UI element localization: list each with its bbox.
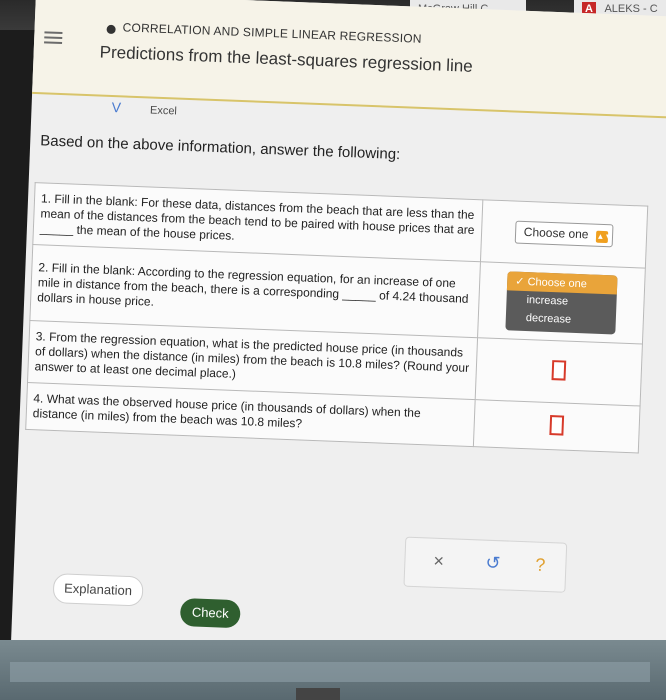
answer-input[interactable] — [551, 360, 567, 381]
keyboard-strip — [10, 662, 650, 682]
menu-icon[interactable] — [44, 28, 63, 47]
help-icon[interactable]: ? — [535, 555, 546, 576]
dropdown-option-decrease[interactable]: decrease — [506, 308, 617, 330]
device-sticker — [296, 688, 340, 700]
close-icon[interactable]: × — [433, 551, 444, 572]
explanation-button[interactable]: Explanation — [52, 573, 144, 607]
excel-toggle[interactable]: V Excel — [111, 99, 177, 119]
topic-dot-icon — [106, 24, 116, 35]
instructions: Based on the above information, answer t… — [39, 132, 401, 164]
answer-cell: Choose one ▲▼ — [480, 199, 648, 269]
excel-label: Excel — [149, 104, 178, 118]
answer-input[interactable] — [549, 414, 565, 436]
questions-table: 1. Fill in the blank: For these data, di… — [25, 182, 649, 454]
chevron-down-icon: V — [111, 98, 122, 116]
page-title: Predictions from the least-squares regre… — [99, 42, 474, 76]
undo-icon[interactable]: ↺ — [485, 553, 501, 575]
answer-cell: ✓ Choose one increase decrease — [477, 261, 646, 345]
choose-one-select[interactable]: Choose one ▲▼ — [514, 220, 614, 248]
answer-cell — [475, 337, 643, 406]
aleks-page: CORRELATION AND SIMPLE LINEAR REGRESSION… — [10, 0, 666, 677]
check-button[interactable]: Check — [179, 598, 241, 629]
answer-cell — [473, 399, 641, 453]
choose-one-dropdown[interactable]: ✓ Choose one increase decrease — [505, 271, 618, 335]
select-label: Choose one — [523, 224, 589, 242]
select-arrow-icon: ▲▼ — [596, 230, 613, 244]
topic-label: CORRELATION AND SIMPLE LINEAR REGRESSION — [122, 20, 422, 46]
answer-toolbar: × ↺ ? — [403, 536, 568, 593]
